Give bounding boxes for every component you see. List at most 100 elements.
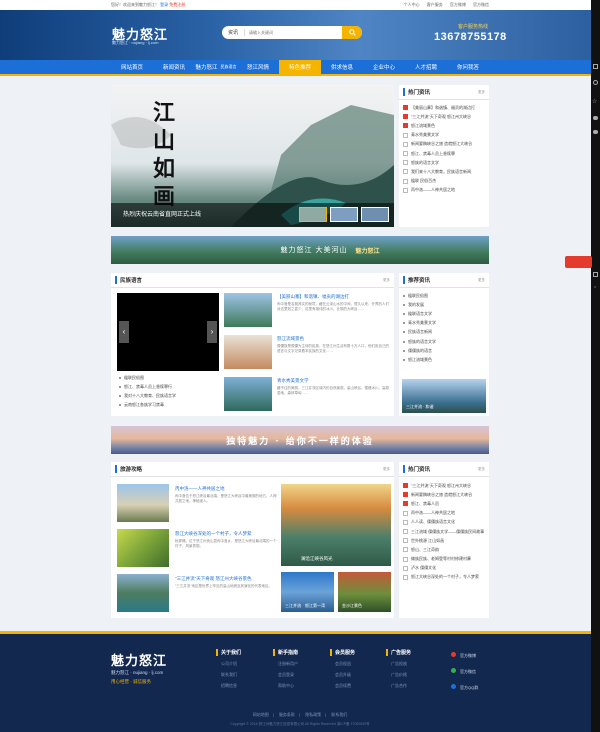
lang-article-3[interactable]: 青水秀美景文学 藏不住的美丽，三江并流区域内的自然景观，高山峡谷、雪峰冰川、高原…: [224, 377, 390, 415]
list-item[interactable]: 楹联民俗图: [115, 373, 223, 382]
search-input[interactable]: [245, 30, 342, 35]
list-item[interactable]: 我的发展: [399, 300, 489, 309]
hot-news-more[interactable]: 更多: [478, 90, 485, 95]
list-item[interactable]: 丙中洛——人神共居之地: [399, 509, 489, 518]
top-link-wechat[interactable]: 官方微信: [473, 2, 489, 7]
list-item[interactable]: 三江流域 傈僳族文学——傈僳族民间故事: [399, 527, 489, 536]
travel-photo-main[interactable]: 澜沧江峡谷风光: [281, 484, 391, 566]
list-item[interactable]: 【美丽山寨】和谐镇、福贡的湖边打: [399, 103, 489, 112]
lang-article-1[interactable]: 【美丽山寨】和谐镇、福贡的湖边打 丙中洛是名副其实的秘境，藏在云深山水的中间，很…: [224, 293, 390, 331]
list-item[interactable]: 怒族的语言文学: [399, 337, 489, 346]
lang-article-2[interactable]: 怒江流域景色 傈僳族是傈僳为主体的民族，在怒江州生活有数十万人口，他们用自己的语…: [224, 335, 390, 373]
list-item[interactable]: 民族语言新闻: [399, 328, 489, 337]
hero-slider[interactable]: 江山如画 热烈庆祝云南省直网正式上线: [111, 85, 394, 227]
list-item[interactable]: 我们来十八大教育，民族语言新闻: [399, 167, 489, 176]
list-item[interactable]: 怒江、禁毒人员上香赎罪行: [115, 382, 223, 391]
hero-thumb-3[interactable]: [361, 207, 389, 222]
top-link-service[interactable]: 客户服务: [427, 2, 443, 7]
lang-more[interactable]: 更多: [383, 278, 390, 283]
banner-mountains[interactable]: 魅力怒江 大美河山 魅力怒江: [111, 236, 489, 264]
lang-video[interactable]: ‹ ›: [117, 293, 219, 371]
login-link[interactable]: 登录: [160, 2, 168, 7]
register-link[interactable]: 免费注册: [169, 2, 185, 7]
nav-news[interactable]: 新闻资讯: [153, 60, 195, 74]
user-icon[interactable]: [593, 80, 598, 85]
list-item[interactable]: 怒江流域景色: [399, 121, 489, 130]
list-item[interactable]: 傣族民族、老姆登等村村修建村寨: [399, 555, 489, 564]
recommend-more[interactable]: 更多: [478, 278, 485, 283]
list-item[interactable]: 丙中洛——人神共居之地: [399, 186, 489, 195]
list-item[interactable]: 青水秀美景文学: [399, 319, 489, 328]
footer-link-contact[interactable]: 联系我们: [331, 712, 347, 717]
cart-icon[interactable]: [593, 64, 598, 69]
list-item[interactable]: 怒江大峡谷深处的一个村子，令人梦萦: [399, 573, 489, 582]
list-item[interactable]: "三江并流"天下奇观 怒江州大峡谷: [399, 481, 489, 490]
top-icon[interactable]: ⌃: [593, 286, 597, 292]
travel-article-2[interactable]: 怒江大峡谷深处的一个村子，令人梦萦 秋那桶，位于怒江州贡山县丙中洛乡，是怒江大峡…: [117, 529, 277, 569]
nav-supply[interactable]: 供求信息: [321, 60, 363, 74]
wechat-link[interactable]: 官方微信: [446, 668, 478, 675]
nav-charm[interactable]: 魅力怒江 民族语言: [195, 60, 237, 74]
recommend-photo[interactable]: 三江并流 · 和谐: [402, 379, 486, 413]
list-item[interactable]: 怒江、禁毒人员: [399, 499, 489, 508]
hero-thumb-2[interactable]: [330, 207, 358, 222]
list-item[interactable]: 楹联民俗图: [399, 291, 489, 300]
travel-article-1[interactable]: 丙中洛——人神共居之地 丙中洛位于怒江峡谷最北端，是怒江大峡谷中最美丽的地方，人…: [117, 484, 277, 524]
footer-link[interactable]: 广告合作: [386, 683, 411, 689]
list-item[interactable]: 怒山、三江奇韵: [399, 545, 489, 554]
nav-qa[interactable]: 你问我答: [447, 60, 489, 74]
list-item[interactable]: 新闻要稿峡谷之旅 造就怒江大峡谷: [399, 140, 489, 149]
footer-link[interactable]: 帮助中心: [273, 683, 298, 689]
star-icon[interactable]: ☆: [592, 98, 597, 105]
prev-arrow-icon[interactable]: ‹: [119, 321, 129, 343]
travel-photo-2[interactable]: 三江并流 怒江第一湾: [281, 572, 334, 612]
hot2-more[interactable]: 更多: [478, 467, 485, 472]
nav-featured[interactable]: 特色推荐: [279, 60, 321, 74]
footer-link[interactable]: 联系我们: [216, 672, 241, 678]
footer-link-terms[interactable]: 服务条款: [279, 712, 295, 717]
list-item[interactable]: 楹联语言文学: [399, 309, 489, 318]
hero-caption[interactable]: 热烈庆祝云南省直网正式上线: [123, 209, 201, 218]
red-packet-icon[interactable]: [565, 256, 592, 268]
list-item[interactable]: 人人读、傈僳族语言文化: [399, 518, 489, 527]
list-item[interactable]: 怒江、禁毒人员上香赎罪: [399, 149, 489, 158]
edit-icon[interactable]: [593, 272, 598, 277]
footer-link[interactable]: 会员登录: [273, 672, 298, 678]
list-item[interactable]: 楹联 民俗百杰: [399, 177, 489, 186]
search-button[interactable]: [342, 26, 362, 39]
hero-thumb-1[interactable]: [299, 207, 327, 222]
travel-article-3[interactable]: "三江并流"天下奇观 怒江州大峡谷景色 "三江并流"地区是世界上罕见的高山地貌及…: [117, 574, 277, 614]
list-item[interactable]: 青水秀美景文学: [399, 131, 489, 140]
list-item[interactable]: 云南怒江各族学习禁毒: [115, 401, 223, 410]
weibo-link[interactable]: 官方微博: [446, 652, 478, 659]
travel-photo-3[interactable]: 金沙江景色: [338, 572, 391, 612]
top-link-member[interactable]: 个人中心: [404, 2, 420, 7]
banner-experience[interactable]: 独特魅力 · 给你不一样的体验: [111, 426, 489, 454]
footer-link[interactable]: 会员权益: [330, 661, 355, 667]
chat-icon[interactable]: [593, 116, 598, 120]
list-item[interactable]: 我对十八大教育、民族语言学: [115, 391, 223, 400]
list-item[interactable]: 新闻要稿峡谷之旅 造就怒江大峡谷: [399, 490, 489, 499]
list-item[interactable]: 世外桃源 江山如画: [399, 536, 489, 545]
list-item[interactable]: 怒江流域景色: [399, 355, 489, 364]
top-link-weibo[interactable]: 官方微博: [450, 2, 466, 7]
nav-home[interactable]: 网站首页: [111, 60, 153, 74]
nav-style[interactable]: 怒江风情: [237, 60, 279, 74]
nav-enterprise[interactable]: 企业中心: [363, 60, 405, 74]
wechat-side-icon[interactable]: [593, 130, 598, 134]
footer-link[interactable]: 广告价格: [386, 672, 411, 678]
footer-link[interactable]: 公司介绍: [216, 661, 241, 667]
footer-link[interactable]: 注册新用户: [273, 661, 298, 667]
footer-logo[interactable]: 魅力怒江: [111, 650, 167, 669]
list-item[interactable]: "三江并流"天下奇观 怒江州大峡谷: [399, 112, 489, 121]
footer-link[interactable]: 招聘信息: [216, 683, 241, 689]
nav-jobs[interactable]: 人才招聘: [405, 60, 447, 74]
qq-link[interactable]: 官方QQ群: [446, 684, 478, 691]
footer-link-sitemap[interactable]: 网站地图: [253, 712, 269, 717]
list-item[interactable]: 怒族的语言文学: [399, 158, 489, 167]
footer-link-privacy[interactable]: 隐私政策: [305, 712, 321, 717]
list-item[interactable]: 泸水 傈僳文化: [399, 564, 489, 573]
next-arrow-icon[interactable]: ›: [207, 321, 217, 343]
list-item[interactable]: 傈僳族的语言: [399, 346, 489, 355]
footer-link[interactable]: 会员升级: [330, 672, 355, 678]
